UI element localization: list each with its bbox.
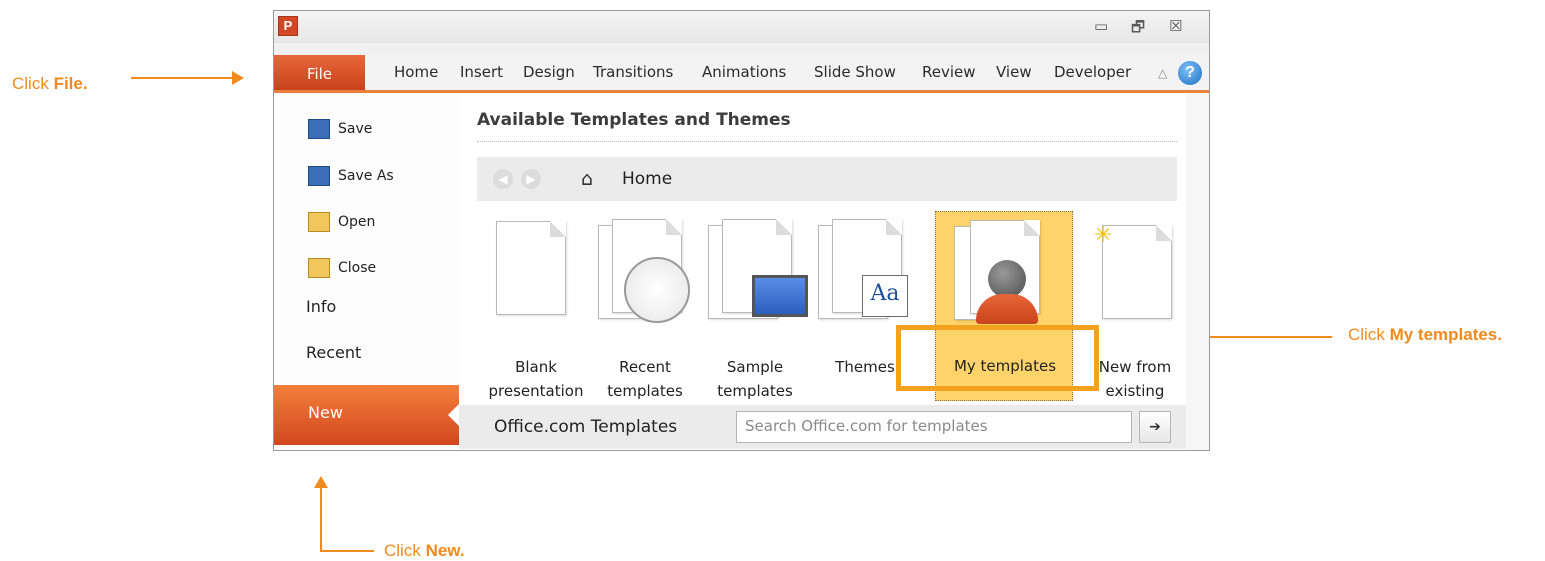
tab-slide-show[interactable]: Slide Show [814,63,896,81]
tab-developer[interactable]: Developer [1054,63,1131,81]
tab-home[interactable]: Home [394,63,438,81]
powerpoint-app-icon[interactable]: P [278,16,298,36]
callout-file-line [131,77,234,79]
callout-new-line-v [320,488,322,552]
help-icon[interactable]: ? [1178,61,1202,85]
close-folder-icon [308,258,330,278]
themes-aa-icon: Aa [862,275,908,317]
tab-file[interactable]: File [274,55,365,90]
forward-icon[interactable]: ▶ [521,169,541,189]
templates-panel: Available Templates and Themes ◀ ▶ ⌂ Hom… [459,93,1209,450]
search-go-button[interactable]: ➔ [1139,411,1171,443]
tab-view[interactable]: View [996,63,1032,81]
callout-click-new: Click New. [384,541,465,560]
close-icon[interactable]: ☒ [1169,17,1182,35]
page-title: Available Templates and Themes [477,110,791,130]
tile-recent-templates[interactable]: Recent templates [590,213,700,403]
callout-new-line-h [320,550,374,552]
back-icon[interactable]: ◀ [493,169,513,189]
tab-review[interactable]: Review [922,63,976,81]
tab-transitions[interactable]: Transitions [593,63,673,81]
clock-icon [624,257,690,323]
save-as-command[interactable]: Save As [308,166,394,186]
open-folder-icon [308,212,330,232]
tile-blank-presentation[interactable]: Blank presentation [481,213,591,403]
nav-new[interactable]: New [274,385,459,445]
template-nav-bar: ◀ ▶ ⌂ Home [477,157,1177,201]
close-command[interactable]: Close [308,258,376,278]
home-icon[interactable]: ⌂ [581,168,593,190]
backstage-nav: Save Save As Open Close Info Recent New [274,93,459,450]
nav-recent[interactable]: Recent [306,343,361,362]
new-from-existing-doc-icon [1102,225,1172,319]
callout-click-file: Click File. [12,74,88,93]
tile-sample-templates[interactable]: Sample templates [700,213,810,403]
save-icon [308,119,330,139]
minimize-icon[interactable]: ▭ [1094,17,1108,35]
office-com-templates-bar: Office.com Templates Search Office.com f… [459,405,1186,449]
my-templates-highlight [896,325,1099,391]
divider [477,141,1177,142]
search-input[interactable]: Search Office.com for templates [736,411,1132,443]
breadcrumb-home[interactable]: Home [622,169,672,189]
save-as-icon [308,166,330,186]
office-com-templates-label: Office.com Templates [494,417,678,437]
open-command[interactable]: Open [308,212,375,232]
tab-insert[interactable]: Insert [460,63,503,81]
callout-file-arrow [232,71,244,85]
save-command[interactable]: Save [308,119,372,139]
restore-icon[interactable]: 🗗 [1131,17,1145,42]
callout-new-arrow [314,476,328,488]
callout-click-my-templates: Click My templates. [1348,325,1502,344]
tab-design[interactable]: Design [523,63,575,81]
chevron-up-icon[interactable]: △ [1158,66,1167,80]
sparkle-icon: ✳ [1094,223,1113,248]
scrollbar[interactable] [1186,93,1209,450]
person-icon [988,260,1026,298]
nav-info[interactable]: Info [306,297,336,316]
monitor-icon [752,275,808,317]
title-bar: P ▭ 🗗 ☒ [274,11,1209,43]
tab-animations[interactable]: Animations [702,63,786,81]
blank-document-icon [496,221,566,315]
ribbon-tab-bar: File Home Insert Design Transitions Anim… [274,55,1209,93]
